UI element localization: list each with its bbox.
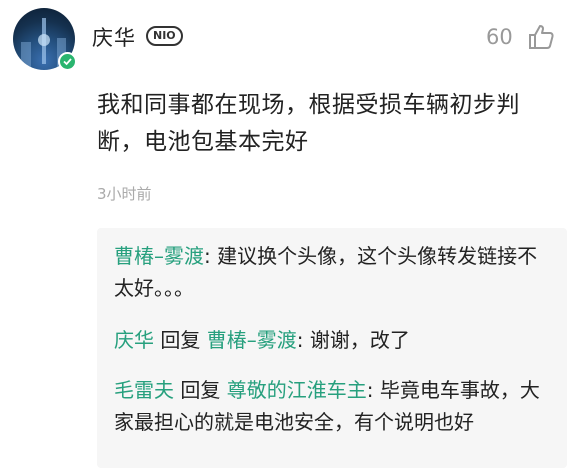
- reply-item[interactable]: 曹椿–雾渡: 建议换个头像，这个头像转发链接不太好。。。: [114, 240, 554, 304]
- like-count: 60: [486, 25, 513, 49]
- reply-target[interactable]: 尊敬的江淮车主: [227, 378, 367, 402]
- reply-author[interactable]: 庆华: [114, 328, 154, 352]
- thumbs-up-icon[interactable]: [526, 22, 556, 56]
- reply-colon: :: [366, 378, 380, 402]
- reply-action: 回复: [154, 328, 207, 352]
- reply-target[interactable]: 曹椿–雾渡: [207, 328, 297, 352]
- nio-badge: NIO: [146, 26, 183, 46]
- comment-author[interactable]: 庆华: [92, 22, 136, 52]
- reply-text: 谢谢，改了: [309, 328, 410, 352]
- reply-colon: :: [296, 328, 310, 352]
- reply-author[interactable]: 毛雷夫: [114, 378, 174, 402]
- reply-colon: :: [204, 244, 218, 268]
- comment-time: 3小时前: [97, 185, 152, 203]
- reply-action: 回复: [174, 378, 227, 402]
- reply-item[interactable]: 庆华 回复 曹椿–雾渡: 谢谢，改了: [114, 324, 554, 356]
- reply-author[interactable]: 曹椿–雾渡: [114, 244, 204, 268]
- reply-list: 曹椿–雾渡: 建议换个头像，这个头像转发链接不太好。。。 庆华 回复 曹椿–雾渡…: [97, 228, 567, 468]
- reply-item[interactable]: 毛雷夫 回复 尊敬的江淮车主: 毕竟电车事故，大家最担心的就是电池安全，有个说明…: [114, 374, 554, 438]
- verified-badge-icon: [58, 52, 77, 71]
- comment-text: 我和同事都在现场，根据受损车辆初步判断，电池包基本完好: [97, 92, 520, 155]
